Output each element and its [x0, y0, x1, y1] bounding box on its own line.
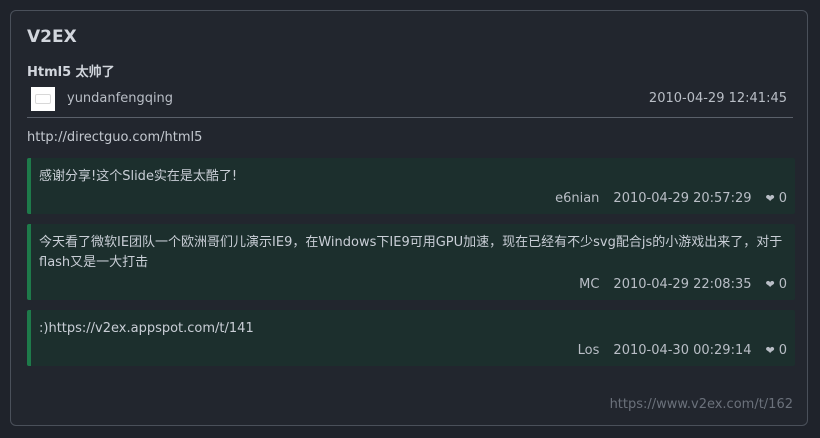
like-count: 0 — [778, 343, 787, 358]
source-url-link[interactable]: https://www.v2ex.com/t/162 — [610, 397, 793, 412]
reply-text: 今天看了微软IE团队一个欧洲哥们儿演示IE9，在Windows下IE9可用GPU… — [39, 235, 783, 270]
topic-card: V2EX Html5 太帅了 yundanfengqing 2010-04-29… — [10, 10, 808, 426]
like-count: 0 — [778, 277, 787, 292]
reply-meta: MC 2010-04-29 22:08:35 ❤ 0 — [579, 277, 787, 292]
reply-user-link[interactable]: Los — [578, 343, 600, 358]
post-title: Html5 太帅了 — [27, 65, 115, 80]
avatar-image-icon — [35, 94, 51, 104]
reply-meta: e6nian 2010-04-29 20:57:29 ❤ 0 — [555, 191, 787, 206]
reply-item: 今天看了微软IE团队一个欧洲哥们儿演示IE9，在Windows下IE9可用GPU… — [27, 224, 795, 300]
reply-timestamp: 2010-04-29 22:08:35 — [613, 277, 752, 292]
like-button[interactable]: ❤ 0 — [766, 343, 788, 358]
reply-meta: Los 2010-04-30 00:29:14 ❤ 0 — [578, 343, 787, 358]
reply-user-link[interactable]: MC — [579, 277, 599, 292]
reply-timestamp: 2010-04-30 00:29:14 — [613, 343, 752, 358]
heart-icon: ❤ — [765, 192, 775, 205]
avatar[interactable] — [31, 87, 55, 111]
author-row: yundanfengqing 2010-04-29 12:41:45 — [27, 85, 793, 118]
heart-icon: ❤ — [765, 278, 775, 291]
like-count: 0 — [778, 191, 787, 206]
post-timestamp: 2010-04-29 12:41:45 — [648, 91, 787, 106]
reply-text: 感谢分享!这个Slide实在是太酷了! — [39, 169, 238, 184]
like-button[interactable]: ❤ 0 — [766, 191, 788, 206]
heart-icon: ❤ — [765, 344, 775, 357]
reply-text: :)https://v2ex.appspot.com/t/141 — [39, 321, 254, 336]
site-title-link[interactable]: V2EX — [27, 27, 77, 47]
like-button[interactable]: ❤ 0 — [766, 277, 788, 292]
reply-user-link[interactable]: e6nian — [555, 191, 599, 206]
author-name-link[interactable]: yundanfengqing — [67, 91, 173, 106]
reply-item: 感谢分享!这个Slide实在是太酷了! e6nian 2010-04-29 20… — [27, 158, 795, 214]
reply-timestamp: 2010-04-29 20:57:29 — [613, 191, 752, 206]
reply-item: :)https://v2ex.appspot.com/t/141 Los 201… — [27, 310, 795, 366]
post-content: http://directguo.com/html5 — [27, 130, 203, 145]
